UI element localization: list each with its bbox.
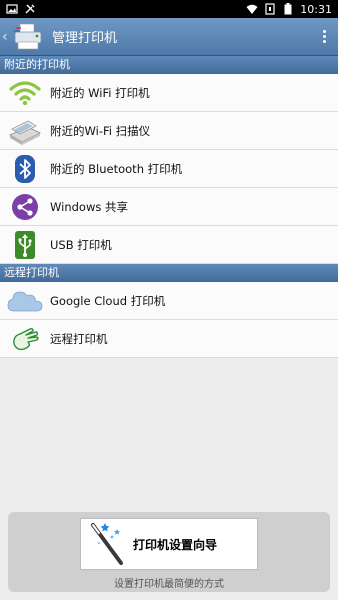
wizard-caption: 设置打印机最简便的方式 [114, 579, 224, 590]
battery-icon [282, 3, 294, 15]
tools-notification-icon [24, 3, 36, 15]
setup-wizard-panel: 打印机设置向导 设置打印机最简便的方式 [8, 512, 330, 592]
list-item-wifi-scanner[interactable]: 附近的Wi-Fi 扫描仪 [0, 112, 338, 150]
overflow-menu-icon[interactable] [314, 18, 334, 56]
bluetooth-icon [4, 150, 46, 188]
list-item-label: 远程打印机 [50, 331, 108, 346]
list-item-usb-printer[interactable]: USB 打印机 [0, 226, 338, 264]
image-notification-icon [6, 3, 18, 15]
remote-hand-icon [4, 320, 46, 358]
cloud-icon [4, 282, 46, 320]
printer-app-logo-icon[interactable] [12, 22, 46, 52]
back-chevron-icon[interactable]: ‹ [2, 29, 12, 45]
sim-icon [264, 3, 276, 15]
app-bar: ‹ 管理打印机 [0, 18, 338, 56]
nearby-printer-list: 附近的 WiFi 打印机 附近的Wi-Fi 扫描仪 附近的 Bluetooth … [0, 74, 338, 264]
wizard-button-label: 打印机设置向导 [133, 537, 218, 552]
status-bar: 10:31 [0, 0, 338, 18]
wifi-icon [4, 74, 46, 112]
list-item-bluetooth-printer[interactable]: 附近的 Bluetooth 打印机 [0, 150, 338, 188]
section-header-remote: 远程打印机 [0, 264, 338, 282]
scanner-icon [4, 112, 46, 150]
list-item-label: 附近的 WiFi 打印机 [50, 85, 150, 100]
section-header-nearby: 附近的打印机 [0, 56, 338, 74]
list-item-windows-share[interactable]: Windows 共享 [0, 188, 338, 226]
wifi-signal-icon [246, 3, 258, 15]
list-item-google-cloud-printer[interactable]: Google Cloud 打印机 [0, 282, 338, 320]
share-icon [4, 188, 46, 226]
remote-printer-list: Google Cloud 打印机 远程打印机 [0, 282, 338, 358]
list-item-label: Google Cloud 打印机 [50, 293, 166, 308]
list-item-label: 附近的 Bluetooth 打印机 [50, 161, 183, 176]
printer-setup-wizard-button[interactable]: 打印机设置向导 [80, 518, 258, 570]
status-time: 10:31 [300, 2, 332, 16]
app-title: 管理打印机 [52, 31, 118, 46]
list-item-remote-printer[interactable]: 远程打印机 [0, 320, 338, 358]
usb-icon [4, 226, 46, 264]
status-right: 10:31 [246, 3, 332, 16]
status-left [6, 3, 36, 15]
magic-wand-icon [85, 519, 131, 569]
list-item-label: Windows 共享 [50, 199, 128, 214]
list-item-wifi-printer[interactable]: 附近的 WiFi 打印机 [0, 74, 338, 112]
list-item-label: USB 打印机 [50, 237, 112, 252]
list-item-label: 附近的Wi-Fi 扫描仪 [50, 123, 151, 138]
